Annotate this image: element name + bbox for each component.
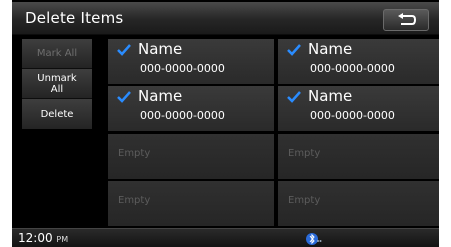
list-item[interactable]: Name 000-0000-0000 <box>108 39 274 84</box>
item-number: 000-0000-0000 <box>140 109 225 122</box>
clock: 12:00 PM <box>18 231 68 245</box>
delete-label: Delete <box>40 108 74 120</box>
checkmark-icon <box>117 44 131 56</box>
clock-time: 12:00 <box>18 231 53 245</box>
item-number: 000-0000-0000 <box>140 62 225 75</box>
action-panel: Mark All Unmark All Delete <box>22 39 92 129</box>
empty-label: Empty <box>288 195 321 206</box>
item-name: Name <box>138 87 183 105</box>
back-arrow-icon <box>398 13 416 25</box>
item-name: Name <box>308 40 353 58</box>
empty-label: Empty <box>288 148 321 159</box>
list-item[interactable]: Name 000-0000-0000 <box>278 86 439 131</box>
empty-label: Empty <box>118 195 151 206</box>
clock-ampm: PM <box>56 235 69 244</box>
checkmark-icon <box>117 91 131 103</box>
status-bar: 12:00 PM <box>12 228 439 247</box>
item-name: Name <box>308 87 353 105</box>
empty-label: Empty <box>118 148 151 159</box>
item-number: 000-0000-0000 <box>310 109 395 122</box>
header-bar: Delete Items <box>12 2 439 35</box>
checkmark-icon <box>287 44 301 56</box>
unmark-all-label: Unmark All <box>37 72 77 95</box>
list-item[interactable]: Name 000-0000-0000 <box>278 39 439 84</box>
empty-slot: Empty <box>108 181 274 226</box>
back-button[interactable] <box>383 9 429 31</box>
screen: Delete Items Mark All Unmark All Delete … <box>12 0 439 247</box>
empty-slot: Empty <box>108 134 274 179</box>
mark-all-button[interactable]: Mark All <box>22 39 92 69</box>
page-title: Delete Items <box>25 9 124 27</box>
empty-slot: Empty <box>278 181 439 226</box>
checkmark-icon <box>287 91 301 103</box>
unmark-all-button[interactable]: Unmark All <box>22 69 92 99</box>
list-item[interactable]: Name 000-0000-0000 <box>108 86 274 131</box>
delete-button[interactable]: Delete <box>22 99 92 129</box>
item-name: Name <box>138 40 183 58</box>
item-number: 000-0000-0000 <box>310 62 395 75</box>
empty-slot: Empty <box>278 134 439 179</box>
mark-all-label: Mark All <box>36 48 78 59</box>
bluetooth-icon <box>306 233 322 245</box>
